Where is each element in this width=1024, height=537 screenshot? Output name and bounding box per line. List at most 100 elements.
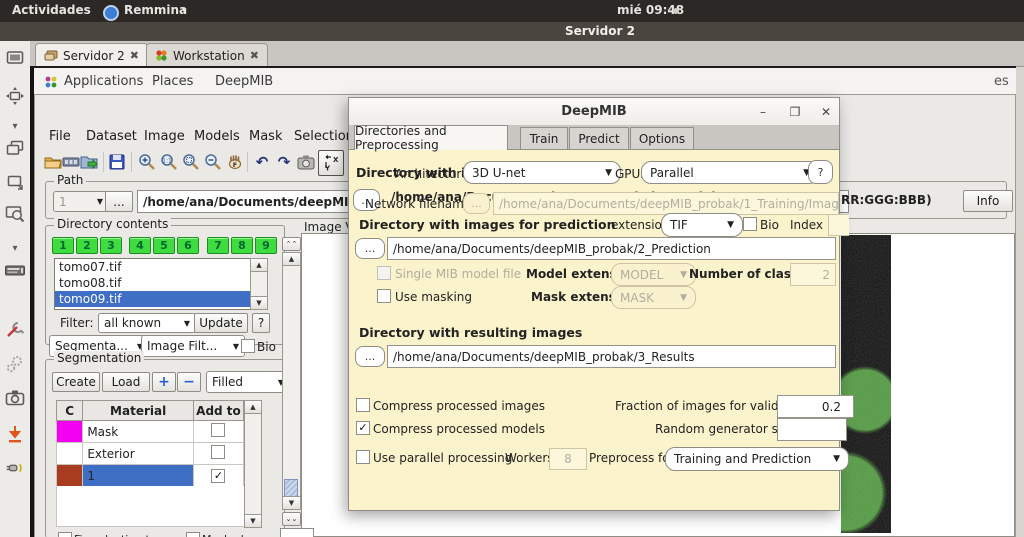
buffer-button-4[interactable]: 4 [129, 237, 151, 254]
menu-selection[interactable]: Selection [294, 129, 354, 144]
network-filename-field[interactable]: /home/ana/Documents/deepMIB_probak/1_Tra… [493, 192, 839, 215]
tab-directories[interactable]: Directories and Preprocessing [354, 124, 508, 152]
buffer-button-3[interactable]: 3 [100, 237, 122, 254]
fraction-validation-field[interactable]: 0.2 [777, 395, 854, 418]
buffer-button-5[interactable]: 5 [153, 237, 175, 254]
maximize-icon[interactable]: ❐ [786, 103, 804, 120]
filter-select[interactable]: all known ▼ [98, 313, 196, 333]
screenshot-camera-icon[interactable] [4, 387, 26, 409]
extension-select[interactable]: TIF ▼ [661, 213, 743, 237]
network-filename-browse-button[interactable]: ... [463, 193, 490, 214]
fullscreen-icon[interactable] [4, 47, 26, 69]
file-item[interactable]: tomo07.tif [55, 259, 267, 275]
info-button[interactable]: Info [963, 190, 1013, 212]
scroll-down-icon[interactable]: ▼ [251, 296, 267, 309]
buffer-button-1[interactable]: 1 [52, 237, 74, 254]
menu-file[interactable]: File [49, 129, 71, 144]
keyboard-layout-indicator[interactable]: es [994, 74, 1009, 89]
tab-predict[interactable]: Predict [569, 127, 629, 149]
duplicate-window-icon[interactable] [4, 137, 26, 159]
gpu-select[interactable]: Parallel ▼ [641, 161, 819, 184]
preferences-gears-icon[interactable] [4, 353, 26, 375]
update-button[interactable]: Update [194, 313, 248, 333]
material-row[interactable]: Exterior [55, 442, 245, 465]
material-row[interactable]: Mask [55, 420, 245, 443]
material-row-selected[interactable]: 1 ✓ [55, 464, 245, 487]
file-listbox[interactable]: tomo07.tif tomo08.tif tomo09.tif [54, 258, 268, 310]
buffer-button-8[interactable]: 8 [231, 237, 253, 254]
slice-scrollbar[interactable]: ▲ ▼ [282, 252, 301, 510]
tab-options[interactable]: Options [630, 127, 694, 149]
single-mib-model-checkbox[interactable] [377, 266, 391, 280]
masked-checkbox[interactable] [186, 532, 200, 537]
scroll-up-icon[interactable]: ▲ [283, 253, 300, 266]
close-tab-icon[interactable]: ✖ [250, 49, 259, 62]
buffer-select[interactable]: 1 ▼ [53, 191, 109, 212]
tab-servidor-2[interactable]: Servidor 2 ✖ [35, 43, 148, 67]
material-name[interactable]: Exterior [82, 442, 194, 465]
menu-mask[interactable]: Mask [249, 129, 282, 144]
results-browse-button[interactable]: ... [355, 346, 385, 367]
bio-format-checkbox[interactable] [743, 217, 757, 231]
chevron-down-icon[interactable]: ▾ [4, 237, 26, 259]
scroll-down-icon[interactable]: ▼ [283, 496, 300, 509]
minimize-icon[interactable]: – [754, 103, 772, 120]
pan-window-icon[interactable] [4, 85, 26, 107]
zoom-in-icon[interactable] [137, 152, 157, 172]
preprocess-for-select[interactable]: Training and Prediction ▼ [665, 447, 849, 471]
compress-models-checkbox[interactable]: ✓ [356, 421, 370, 435]
menu-places[interactable]: Places [152, 74, 193, 89]
microscopy-image[interactable] [841, 235, 891, 533]
zoom-100-icon[interactable]: 1:1 [159, 152, 179, 172]
tools-icon[interactable] [4, 319, 26, 341]
dir-help-button[interactable]: ? [252, 313, 270, 333]
fix-selection-checkbox[interactable] [58, 532, 72, 537]
scale-window-icon[interactable] [4, 171, 26, 193]
index-field[interactable] [828, 214, 849, 236]
addto-checkbox[interactable] [211, 445, 226, 459]
screenshot-zoom-icon[interactable] [4, 203, 26, 225]
bio-checkbox[interactable] [241, 339, 255, 353]
use-masking-checkbox[interactable] [377, 289, 391, 303]
fill-mode-select[interactable]: Filled ▼ [206, 371, 290, 393]
undo-icon[interactable]: ↶ [252, 152, 272, 172]
menu-image[interactable]: Image [144, 129, 185, 144]
remove-material-button[interactable]: − [177, 372, 201, 392]
addto-checkbox[interactable]: ✓ [211, 469, 226, 483]
swap-xy-button[interactable]: XY [318, 150, 344, 176]
mask-extension-select[interactable]: MASK ▼ [611, 286, 696, 309]
import-folder-icon[interactable] [79, 152, 99, 172]
color-swatch[interactable] [55, 420, 84, 443]
menu-models[interactable]: Models [194, 129, 240, 144]
load-model-button[interactable]: Load [102, 372, 150, 392]
tab-workstation[interactable]: Workstation ✖ [146, 43, 268, 67]
buffer-button-2[interactable]: 2 [76, 237, 98, 254]
file-item-selected[interactable]: tomo09.tif [55, 291, 267, 307]
slice-top-icon[interactable]: ⌃⌃ [282, 237, 301, 251]
close-tab-icon[interactable]: ✖ [130, 49, 139, 62]
buffer-button-9[interactable]: 9 [255, 237, 277, 254]
help-button[interactable]: ? [808, 160, 833, 184]
architecture-select[interactable]: 3D U-net ▼ [463, 161, 621, 184]
zoom-out-icon[interactable] [203, 152, 223, 172]
color-swatch[interactable] [55, 464, 84, 487]
buffer-button-7[interactable]: 7 [207, 237, 229, 254]
image-filter-select[interactable]: Image Filt... ▼ [141, 335, 245, 357]
chevron-down-icon[interactable]: ▾ [4, 115, 26, 137]
pin-toolbar-icon[interactable] [4, 423, 26, 445]
prediction-path-field[interactable]: /home/ana/Documents/deepMIB_probak/2_Pre… [387, 237, 836, 260]
menu-deepmib[interactable]: DeepMIB [215, 74, 273, 89]
material-name[interactable]: 1 [82, 464, 194, 487]
create-model-button[interactable]: Create [52, 372, 100, 392]
model-extension-select[interactable]: MODEL ▼ [611, 263, 696, 286]
pan-hand-icon[interactable]: F [225, 152, 245, 172]
scroll-up-icon[interactable]: ▲ [251, 259, 267, 272]
workers-field[interactable]: 8 [549, 448, 587, 470]
activities-button[interactable]: Actividades [12, 3, 91, 17]
zoom-fit-icon[interactable] [181, 152, 201, 172]
material-name[interactable]: Mask [82, 420, 194, 443]
keyboard-icon[interactable] [4, 259, 26, 281]
scroll-up-icon[interactable]: ▲ [245, 401, 261, 414]
redo-icon[interactable]: ↷ [274, 152, 294, 172]
random-seed-field[interactable] [777, 418, 847, 441]
